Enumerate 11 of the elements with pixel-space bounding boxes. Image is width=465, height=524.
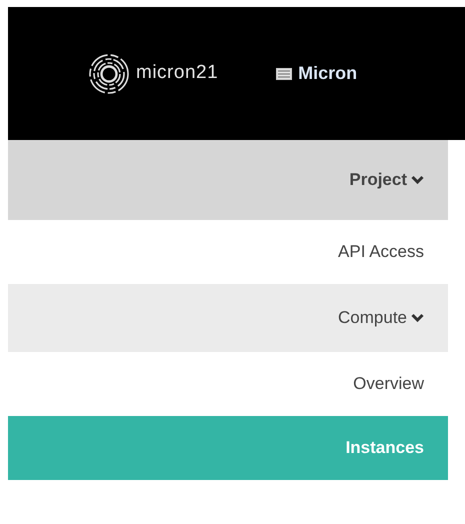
table-icon (276, 68, 292, 80)
logo-icon (88, 52, 130, 94)
menu-label: Compute (338, 307, 407, 330)
menu-label: Overview (353, 373, 424, 396)
project-menu[interactable]: Micron (298, 60, 358, 87)
menu-group[interactable]: Project (8, 140, 448, 220)
logo-text: micron21 (136, 61, 218, 86)
menu-group[interactable]: Compute (8, 284, 448, 352)
menu-label: Instances (346, 437, 424, 460)
menu-label: Project (349, 169, 407, 192)
menu-label: API Access (338, 241, 424, 264)
